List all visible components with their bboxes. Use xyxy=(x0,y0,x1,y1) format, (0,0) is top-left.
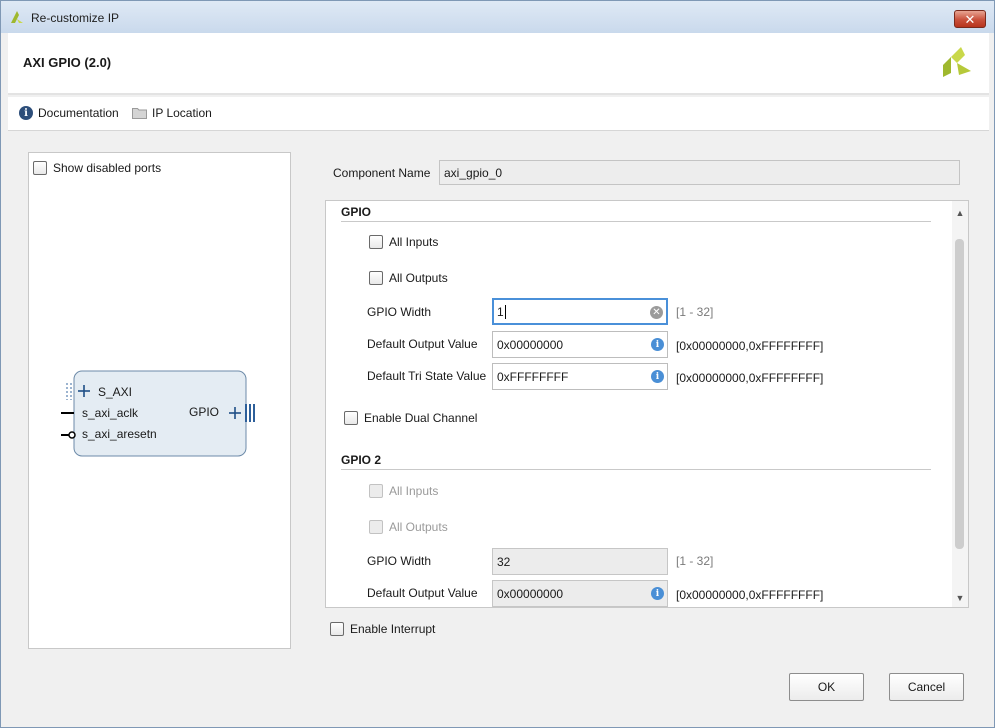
gpio2-width-range: [1 - 32] xyxy=(676,554,714,568)
gpio-all-inputs-label: All Inputs xyxy=(389,235,439,249)
section-divider xyxy=(341,221,931,222)
gpio2-all-inputs-row: All Inputs xyxy=(369,484,438,498)
gpio-default-output-value: 0x00000000 xyxy=(497,338,564,352)
documentation-label: Documentation xyxy=(38,106,119,120)
gpio2-width-input[interactable]: 32 xyxy=(492,548,668,575)
info-icon: i xyxy=(19,106,33,120)
xilinx-logo-icon xyxy=(943,47,971,77)
gpio2-default-output-label: Default Output Value xyxy=(367,586,478,600)
ok-button[interactable]: OK xyxy=(789,673,864,701)
enable-interrupt-checkbox[interactable] xyxy=(330,622,344,636)
title-bar: Re-customize IP ✕ xyxy=(1,1,994,33)
scrollbar-thumb[interactable] xyxy=(955,239,964,549)
gpio-all-inputs-checkbox[interactable] xyxy=(369,235,383,249)
documentation-button[interactable]: i Documentation xyxy=(19,106,119,120)
chevron-up-icon[interactable]: ▲ xyxy=(954,207,966,219)
ip-location-button[interactable]: IP Location xyxy=(132,106,212,120)
gpio-all-outputs-row: All Outputs xyxy=(369,271,448,285)
show-disabled-ports-label: Show disabled ports xyxy=(53,161,162,175)
toolbar: i Documentation IP Location xyxy=(8,97,989,131)
enable-interrupt-label: Enable Interrupt xyxy=(350,622,436,636)
info-icon: i xyxy=(651,338,664,351)
gpio-default-tri-range: [0x00000000,0xFFFFFFFF] xyxy=(676,371,824,385)
section-divider xyxy=(341,469,931,470)
info-icon: i xyxy=(651,370,664,383)
gpio-all-inputs-row: All Inputs xyxy=(369,235,438,249)
gpio-default-output-label: Default Output Value xyxy=(367,337,478,351)
ip-symbol: S_AXI s_axi_aclk s_axi_aresetn GPIO xyxy=(61,370,255,457)
gpio-width-input[interactable]: 1 ✕ xyxy=(492,298,668,325)
gpio2-width-value: 32 xyxy=(497,555,511,569)
gpio-default-output-range: [0x00000000,0xFFFFFFFF] xyxy=(676,339,824,353)
gpio-all-outputs-label: All Outputs xyxy=(389,271,448,285)
component-name-label: Component Name xyxy=(333,166,431,180)
port-gpio: GPIO xyxy=(189,405,219,419)
chevron-down-icon[interactable]: ▼ xyxy=(954,592,966,604)
xilinx-logo-icon xyxy=(11,11,23,23)
gpio-width-label: GPIO Width xyxy=(367,305,432,319)
port-s-axi: S_AXI xyxy=(98,385,132,399)
gpio2-all-outputs-checkbox[interactable] xyxy=(369,520,383,534)
gpio2-all-outputs-label: All Outputs xyxy=(389,520,448,534)
enable-interrupt-row: Enable Interrupt xyxy=(330,622,435,636)
gpio-default-tri-label: Default Tri State Value xyxy=(367,369,487,383)
dialog-header: AXI GPIO (2.0) xyxy=(8,33,989,95)
component-name-input[interactable]: axi_gpio_0 xyxy=(439,160,960,185)
close-button[interactable]: ✕ xyxy=(954,10,986,28)
gpio2-default-output-range: [0x00000000,0xFFFFFFFF] xyxy=(676,588,824,602)
config-scroll-panel: GPIO All Inputs All Outputs GPIO Width 1… xyxy=(325,200,969,608)
port-s-axi-aresetn: s_axi_aresetn xyxy=(82,427,157,441)
gpio-section-title: GPIO xyxy=(341,205,372,219)
gpio-width-value: 1 xyxy=(497,305,504,319)
enable-dual-channel-row: Enable Dual Channel xyxy=(344,411,477,425)
ip-location-label: IP Location xyxy=(152,106,212,120)
window-title: Re-customize IP xyxy=(31,11,120,25)
gpio2-default-output-input[interactable]: 0x00000000 i xyxy=(492,580,668,607)
info-icon: i xyxy=(651,587,664,600)
gpio-default-tri-value: 0xFFFFFFFF xyxy=(497,370,569,384)
gpio2-default-output-value: 0x00000000 xyxy=(497,587,564,601)
port-s-axi-aclk: s_axi_aclk xyxy=(82,406,139,420)
show-disabled-ports-checkbox[interactable] xyxy=(33,161,47,175)
gpio-default-tri-input[interactable]: 0xFFFFFFFF i xyxy=(492,363,668,390)
dialog-window: Re-customize IP ✕ AXI GPIO (2.0) i Docum… xyxy=(0,0,995,728)
enable-dual-channel-checkbox[interactable] xyxy=(344,411,358,425)
ip-title: AXI GPIO (2.0) xyxy=(23,55,112,70)
clear-icon[interactable]: ✕ xyxy=(650,306,663,319)
folder-icon xyxy=(132,108,147,119)
gpio2-all-inputs-checkbox[interactable] xyxy=(369,484,383,498)
gpio2-all-inputs-label: All Inputs xyxy=(389,484,439,498)
enable-dual-channel-label: Enable Dual Channel xyxy=(364,411,478,425)
gpio2-section-title: GPIO 2 xyxy=(341,453,382,467)
gpio2-width-label: GPIO Width xyxy=(367,554,432,568)
cancel-button[interactable]: Cancel xyxy=(889,673,964,701)
gpio2-all-outputs-row: All Outputs xyxy=(369,520,448,534)
gpio-width-range: [1 - 32] xyxy=(676,305,714,319)
vertical-scrollbar[interactable]: ▲ ▼ xyxy=(952,201,968,607)
gpio-all-outputs-checkbox[interactable] xyxy=(369,271,383,285)
show-disabled-ports-row: Show disabled ports xyxy=(33,161,161,175)
gpio-default-output-input[interactable]: 0x00000000 i xyxy=(492,331,668,358)
